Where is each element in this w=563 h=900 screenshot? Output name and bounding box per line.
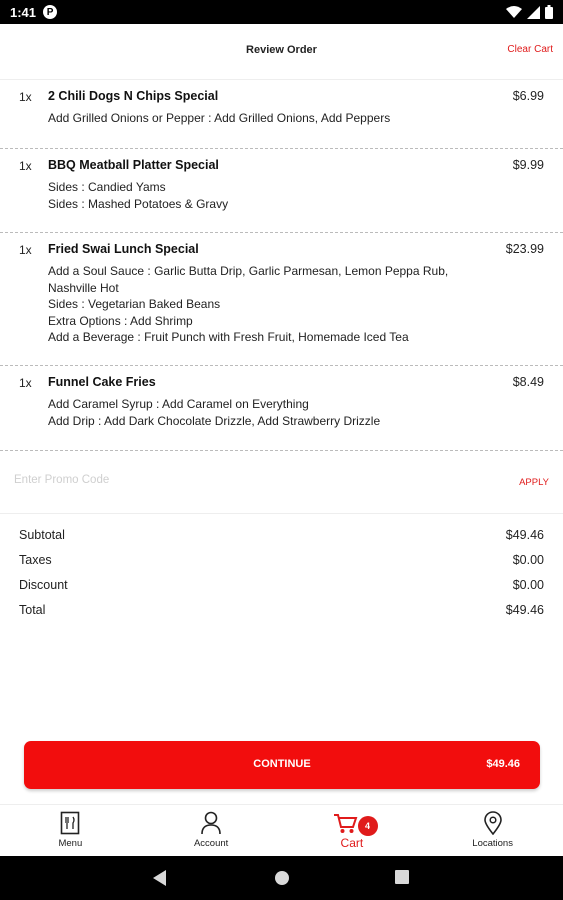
item-quantity: 1x: [19, 376, 32, 390]
item-modifiers: Add Caramel Syrup : Add Caramel on Every…: [48, 396, 498, 429]
item-quantity: 1x: [19, 90, 32, 104]
person-icon: [201, 811, 221, 835]
total-value: $0.00: [512, 578, 544, 592]
nav-item-account[interactable]: Account: [141, 805, 282, 856]
total-value: $0.00: [512, 553, 544, 567]
location-pin-icon: [483, 811, 502, 835]
item-name: BBQ Meatball Platter Special: [48, 158, 219, 172]
nav-label: Menu: [58, 838, 83, 849]
order-item[interactable]: 1x BBQ Meatball Platter Special $9.99 Si…: [0, 149, 563, 233]
item-quantity: 1x: [19, 243, 32, 257]
nav-label: Cart: [340, 836, 364, 850]
nav-label: Locations: [472, 838, 513, 849]
order-item[interactable]: 1x Funnel Cake Fries $8.49 Add Caramel S…: [0, 366, 563, 451]
total-label: Taxes: [19, 553, 52, 567]
item-modifier: Add Grilled Onions or Pepper : Add Grill…: [48, 111, 391, 125]
order-totals: Subtotal $49.46 Taxes $0.00 Discount $0.…: [0, 525, 563, 625]
item-name: Funnel Cake Fries: [48, 375, 156, 389]
continue-button[interactable]: CONTINUE $49.46: [24, 741, 540, 789]
apply-promo-button[interactable]: APPLY: [519, 477, 549, 488]
nav-item-locations[interactable]: Locations: [422, 805, 563, 856]
order-item[interactable]: 1x 2 Chili Dogs N Chips Special $6.99 Ad…: [0, 80, 563, 149]
item-modifier: Extra Options : Add Shrimp: [48, 313, 193, 328]
item-name: 2 Chili Dogs N Chips Special: [48, 89, 219, 103]
item-price: $8.49: [512, 375, 544, 389]
item-modifiers: Add Grilled Onions or Pepper : Add Grill…: [48, 110, 498, 127]
promo-section: APPLY: [0, 452, 563, 514]
promo-code-input[interactable]: [14, 474, 434, 486]
grand-total-row: Total $49.46: [0, 600, 563, 625]
order-item[interactable]: 1x Fried Swai Lunch Special $23.99 Add a…: [0, 233, 563, 366]
recents-icon[interactable]: [395, 870, 409, 884]
back-icon[interactable]: [153, 870, 167, 886]
item-modifiers: Add a Soul Sauce : Garlic Butta Drip, Ga…: [48, 263, 498, 346]
item-price: $23.99: [505, 242, 544, 256]
clear-cart-button[interactable]: Clear Cart: [507, 44, 553, 55]
nav-label: Account: [193, 838, 229, 849]
total-label: Discount: [19, 578, 68, 592]
total-value: $49.46: [505, 603, 544, 617]
wifi-icon: [506, 5, 522, 18]
item-modifier: Add Drip : Add Dark Chocolate Drizzle, A…: [48, 413, 381, 428]
page-title: Review Order: [246, 44, 317, 56]
nav-item-menu[interactable]: Menu: [0, 805, 141, 856]
item-price: $6.99: [512, 89, 544, 103]
item-price: $9.99: [512, 158, 544, 172]
status-bar: 1:41 P: [0, 0, 563, 24]
item-modifiers: Sides : Candied Yams Sides : Mashed Pota…: [48, 179, 498, 212]
discount-row: Discount $0.00: [0, 575, 563, 600]
item-modifier: Add Caramel Syrup : Add Caramel on Every…: [48, 397, 309, 411]
total-label: Subtotal: [19, 528, 65, 542]
header: Review Order Clear Cart: [0, 24, 563, 80]
battery-icon: [545, 5, 553, 19]
nav-item-cart[interactable]: 4 Cart: [282, 805, 423, 856]
system-nav-bar: [0, 856, 563, 900]
cart-count-badge: 4: [357, 816, 378, 836]
menu-book-icon: [61, 811, 80, 835]
order-items-list: 1x 2 Chili Dogs N Chips Special $6.99 Ad…: [0, 80, 563, 451]
signal-icon: [527, 5, 540, 19]
subtotal-row: Subtotal $49.46: [0, 525, 563, 550]
item-modifier: Add a Beverage : Fruit Punch with Fresh …: [48, 330, 409, 344]
home-icon[interactable]: [274, 870, 290, 886]
bottom-nav: Menu Account 4 Cart Locations: [0, 804, 563, 856]
cart-icon: [333, 814, 358, 833]
item-modifier: Sides : Candied Yams: [48, 180, 166, 194]
item-name: Fried Swai Lunch Special: [48, 242, 199, 256]
continue-label: CONTINUE: [253, 758, 311, 770]
notification-badge: P: [43, 5, 58, 19]
total-label: Total: [19, 603, 46, 617]
status-time: 1:41: [10, 4, 37, 20]
total-value: $49.46: [505, 528, 544, 542]
continue-price: $49.46: [486, 758, 520, 770]
item-modifier: Sides : Vegetarian Baked Beans: [48, 297, 221, 311]
taxes-row: Taxes $0.00: [0, 550, 563, 575]
item-modifier: Add a Soul Sauce : Garlic Butta Drip, Ga…: [48, 264, 449, 295]
item-modifier: Sides : Mashed Potatoes & Gravy: [48, 196, 229, 211]
item-quantity: 1x: [19, 159, 32, 173]
